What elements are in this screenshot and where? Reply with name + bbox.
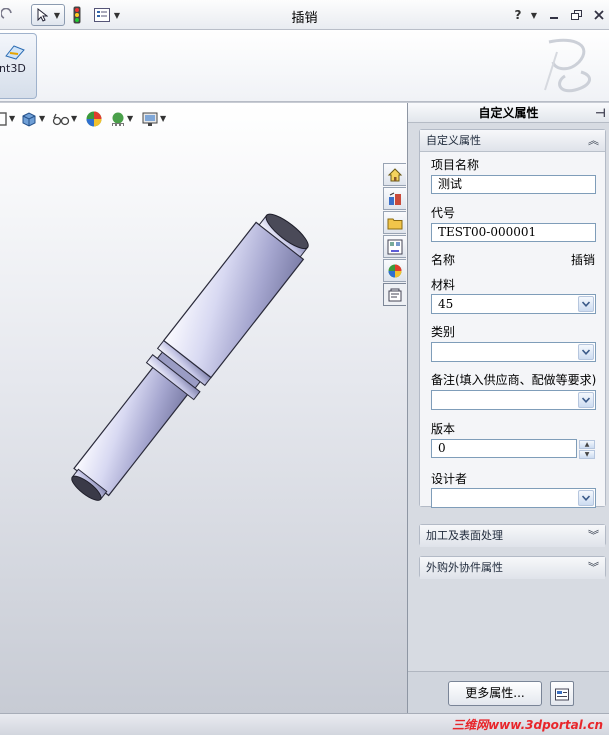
display-style-cube-icon[interactable] (20, 110, 38, 128)
more-properties-button[interactable]: 更多属性... (448, 681, 542, 706)
material-value: 45 (438, 297, 454, 311)
chevron-down-icon[interactable]: ▼ (71, 114, 77, 123)
version-input[interactable]: 0 ▲ ▼ (431, 439, 595, 459)
close-icon (594, 10, 604, 20)
category-select[interactable] (431, 342, 596, 362)
outsourcing-section[interactable]: 外购外协件属性 ︾ (419, 556, 606, 579)
chevron-down-icon[interactable] (578, 392, 594, 408)
code-label: 代号 (431, 206, 456, 220)
custom-properties-section: 自定义属性 ︽ 项目名称 测试 代号 TEST00-000001 名称 插销 材… (419, 129, 606, 508)
machining-section[interactable]: 加工及表面处理 ︾ (419, 524, 606, 547)
help-dropdown-icon[interactable]: ▼ (529, 4, 539, 26)
tab-file-explorer[interactable] (383, 211, 406, 234)
tab-appearances-scenes[interactable] (383, 259, 406, 282)
spin-down-icon[interactable]: ▼ (579, 450, 595, 459)
chevron-down-icon[interactable] (578, 296, 594, 312)
view-palette-icon (387, 239, 403, 254)
ds-logo-icon (544, 38, 591, 93)
task-pane: 自定义属性 ⊣ 自定义属性 ︽ 项目名称 测试 代号 TEST00-000001… (407, 103, 609, 713)
version-value: 0 (438, 441, 446, 455)
chevron-down-icon[interactable] (578, 344, 594, 360)
part-name-label: 名称 (431, 253, 456, 267)
instant3d-icon (5, 45, 25, 60)
view-settings-monitor-icon[interactable] (141, 110, 159, 128)
instant3d-label: tant3D (0, 62, 26, 75)
material-select[interactable]: 45 (431, 294, 596, 314)
chevron-down-icon[interactable] (578, 490, 594, 506)
version-spinner[interactable]: ▲ ▼ (579, 440, 595, 459)
task-pane-tabstrip (383, 163, 407, 307)
tab-view-palette[interactable] (383, 235, 406, 258)
custom-properties-icon (388, 288, 402, 301)
home-icon (387, 167, 403, 181)
custom-properties-section-header[interactable]: 自定义属性 ︽ (420, 130, 605, 152)
category-label: 类别 (431, 325, 456, 339)
tab-custom-properties[interactable] (383, 283, 406, 306)
hide-show-glasses-icon[interactable] (52, 110, 70, 128)
version-label: 版本 (431, 422, 456, 436)
task-pane-footer: 更多属性... (408, 671, 609, 713)
chevron-down-icon[interactable]: ▼ (39, 114, 45, 123)
section-title: 自定义属性 (426, 134, 481, 147)
chevron-down-icon[interactable]: ▼ (127, 114, 133, 123)
task-pane-title: 自定义属性 (478, 106, 539, 120)
chevron-down-icon[interactable]: ▼ (9, 114, 15, 123)
part-name-value: 插销 (570, 253, 595, 267)
machining-section-header[interactable]: 加工及表面处理 ︾ (420, 525, 605, 547)
section-title: 加工及表面处理 (426, 529, 503, 542)
appearances-icon (388, 264, 402, 277)
apply-scene-icon[interactable] (109, 110, 127, 128)
collapse-chevron-up-icon[interactable]: ︽ (588, 130, 599, 152)
close-button[interactable] (592, 4, 606, 26)
remarks-label: 备注(填入供应商、配做等要求) (431, 373, 597, 387)
properties-settings-button[interactable] (550, 681, 574, 706)
folder-icon (387, 218, 403, 229)
title-bar: ▼ ▼ 插销 ? ▼ (0, 0, 609, 30)
design-library-icon (389, 192, 401, 205)
properties-settings-icon (555, 688, 569, 700)
minimize-icon (550, 17, 558, 19)
remarks-select[interactable] (431, 390, 596, 410)
pin-icon[interactable]: ⊣ (595, 103, 606, 123)
expand-chevron-down-icon[interactable]: ︾ (588, 557, 599, 579)
restore-window-icon (571, 9, 582, 20)
pin-part-3d-model[interactable] (28, 188, 363, 508)
section-title: 外购外协件属性 (426, 561, 503, 574)
status-bar: 三维网www.3dportal.cn (0, 713, 609, 735)
minimize-button[interactable] (548, 4, 560, 26)
restore-button[interactable] (570, 4, 584, 26)
designer-label: 设计者 (431, 472, 468, 486)
command-manager-ribbon: tant3D (0, 30, 609, 102)
tab-design-library[interactable] (383, 187, 406, 210)
designer-select[interactable] (431, 488, 596, 508)
help-button[interactable]: ? (511, 4, 525, 26)
material-label: 材料 (431, 278, 456, 292)
code-input[interactable]: TEST00-000001 (431, 223, 596, 242)
site-watermark: 三维网www.3dportal.cn (452, 718, 603, 732)
heads-up-view-toolbar: ▼ ▼ ▼ ▼ ▼ (0, 107, 200, 131)
tab-solidworks-resources[interactable] (383, 163, 406, 186)
task-pane-header: 自定义属性 ⊣ (408, 103, 609, 123)
project-name-input[interactable]: 测试 (431, 175, 596, 194)
chevron-down-icon[interactable]: ▼ (160, 114, 166, 123)
graphics-area[interactable]: ▼ ▼ ▼ ▼ ▼ (0, 103, 407, 713)
project-name-label: 项目名称 (431, 158, 480, 172)
instant3d-button[interactable]: tant3D (0, 33, 37, 99)
custom-properties-body: 项目名称 测试 代号 TEST00-000001 名称 插销 材料 45 类别 … (420, 152, 605, 508)
edit-appearance-icon[interactable] (85, 110, 103, 128)
expand-chevron-down-icon[interactable]: ︾ (588, 525, 599, 547)
outsourcing-section-header[interactable]: 外购外协件属性 ︾ (420, 557, 605, 579)
